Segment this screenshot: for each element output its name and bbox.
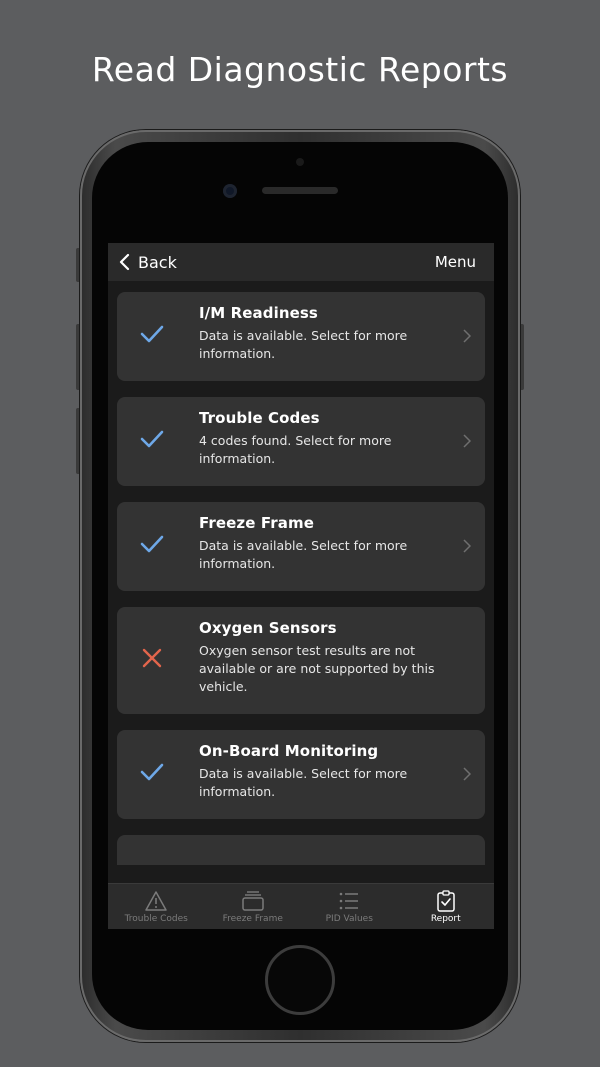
warning-triangle-icon bbox=[145, 890, 167, 911]
report-item-trouble-codes[interactable]: Trouble Codes 4 codes found. Select for … bbox=[117, 397, 485, 486]
tab-label: Freeze Frame bbox=[222, 913, 283, 924]
tab-label: Report bbox=[430, 913, 461, 924]
menu-button[interactable]: Menu bbox=[435, 253, 476, 271]
chevron-right-icon bbox=[463, 538, 471, 553]
chevron-left-icon bbox=[119, 253, 130, 271]
report-title: Freeze Frame bbox=[199, 514, 314, 532]
layers-icon bbox=[242, 890, 264, 911]
navigation-bar: Back Menu bbox=[108, 243, 494, 281]
back-label: Back bbox=[138, 252, 177, 272]
report-item-im-readiness[interactable]: I/M Readiness Data is available. Select … bbox=[117, 292, 485, 381]
report-title: Oxygen Sensors bbox=[199, 619, 337, 637]
chevron-right-icon bbox=[463, 328, 471, 343]
back-button[interactable]: Back bbox=[118, 253, 177, 272]
checkmark-icon bbox=[139, 531, 165, 557]
clipboard-check-icon bbox=[437, 889, 455, 912]
front-camera-icon bbox=[223, 184, 237, 198]
report-description: 4 codes found. Select for more informati… bbox=[199, 433, 392, 466]
checkmark-icon bbox=[139, 759, 165, 785]
report-title: On-Board Monitoring bbox=[199, 742, 379, 760]
checkmark-icon bbox=[139, 321, 165, 347]
report-description: Data is available. Select for more infor… bbox=[199, 328, 408, 361]
headline: Read Diagnostic Reports bbox=[91, 50, 509, 89]
app-screen: Back Menu I/M Readiness Data is availabl… bbox=[108, 243, 494, 929]
report-item-on-board-monitoring[interactable]: On-Board Monitoring Data is available. S… bbox=[117, 730, 485, 819]
report-title: I/M Readiness bbox=[199, 304, 318, 322]
report-description: Data is available. Select for more infor… bbox=[199, 766, 408, 799]
report-list: I/M Readiness Data is available. Select … bbox=[108, 281, 494, 865]
tab-freeze-frame[interactable]: Freeze Frame bbox=[205, 884, 302, 929]
tab-pid-values[interactable]: PID Values bbox=[301, 884, 398, 929]
tab-label: PID Values bbox=[325, 913, 373, 924]
cross-icon bbox=[139, 645, 165, 671]
chevron-right-icon bbox=[463, 433, 471, 448]
tab-bar: Trouble Codes Freeze Frame PID Values Re… bbox=[108, 883, 494, 929]
list-icon bbox=[339, 892, 359, 909]
report-description: Oxygen sensor test results are not avail… bbox=[199, 643, 435, 694]
checkmark-icon bbox=[139, 426, 165, 452]
report-item-partial[interactable] bbox=[117, 835, 485, 865]
tab-trouble-codes[interactable]: Trouble Codes bbox=[108, 884, 205, 929]
report-title: Trouble Codes bbox=[199, 409, 320, 427]
chevron-right-icon bbox=[463, 766, 471, 781]
earpiece-speaker bbox=[262, 187, 338, 194]
proximity-sensor bbox=[296, 158, 304, 166]
home-button[interactable] bbox=[265, 945, 335, 1015]
tab-report[interactable]: Report bbox=[398, 884, 495, 929]
report-item-freeze-frame[interactable]: Freeze Frame Data is available. Select f… bbox=[117, 502, 485, 591]
report-description: Data is available. Select for more infor… bbox=[199, 538, 408, 571]
report-item-oxygen-sensors: Oxygen Sensors Oxygen sensor test result… bbox=[117, 607, 485, 714]
tab-label: Trouble Codes bbox=[124, 913, 188, 924]
